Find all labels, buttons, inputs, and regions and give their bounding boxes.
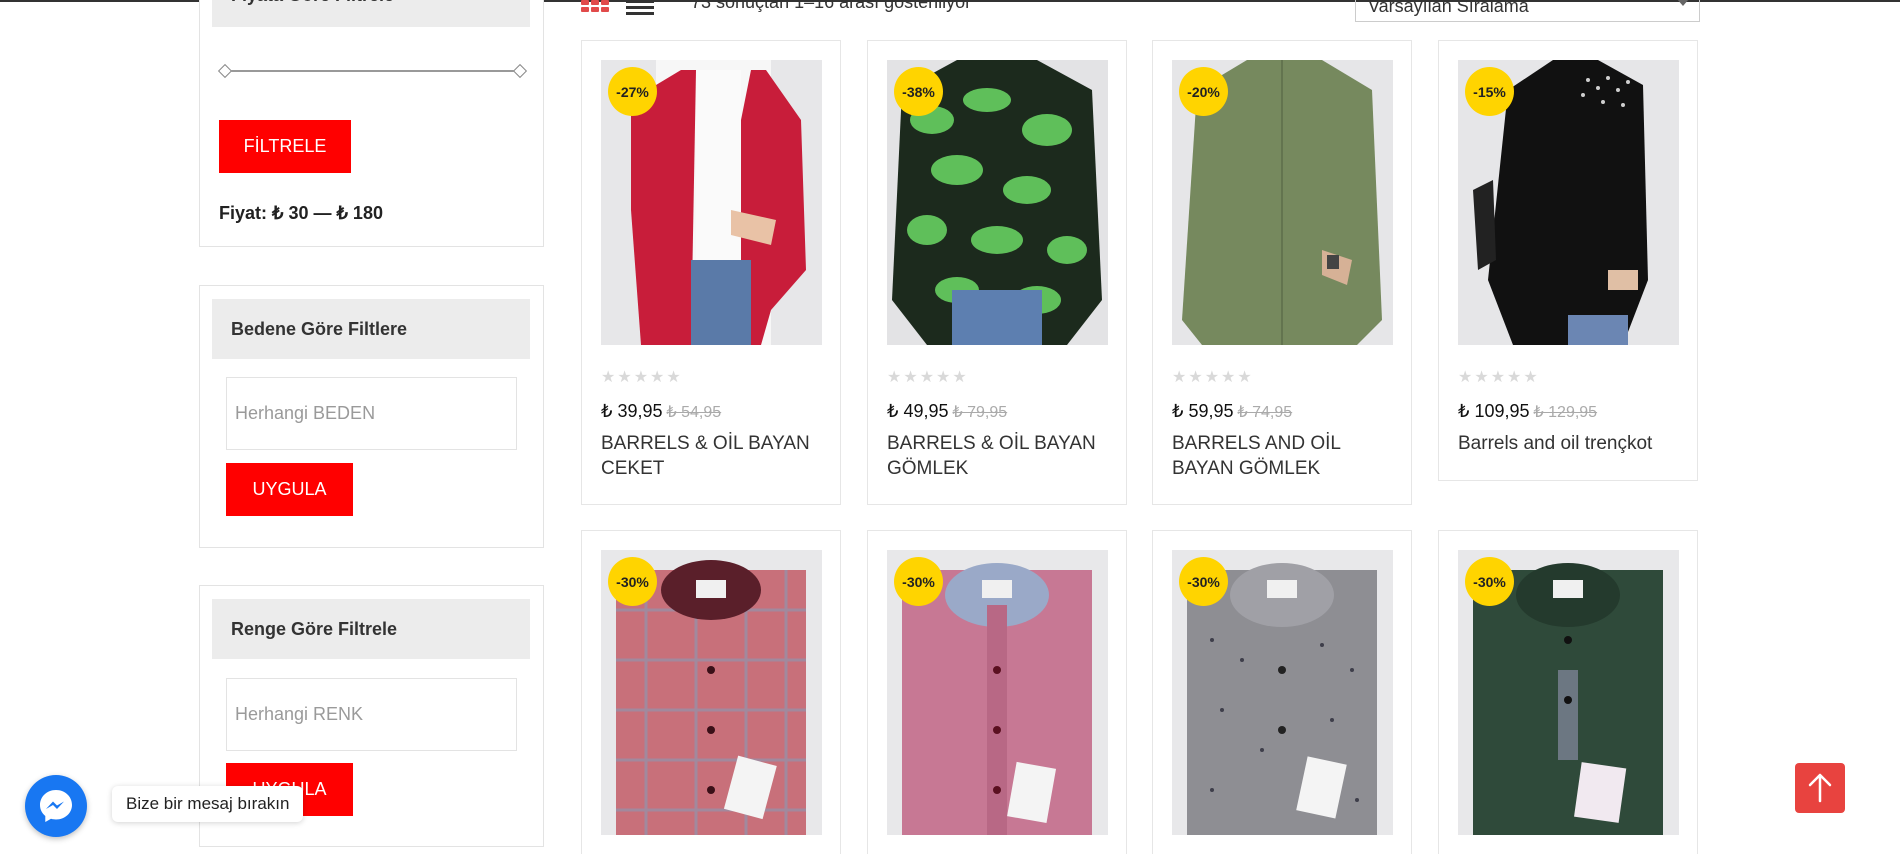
product-image[interactable]: -30%	[1458, 550, 1679, 835]
product-image[interactable]: -27%	[601, 60, 822, 345]
product-card[interactable]: -20% ★★★★★ ₺ 59,95 ₺ 74,95 BARRELS AND Oİ…	[1152, 40, 1412, 505]
product-card[interactable]: -30%	[581, 530, 841, 854]
rating-stars: ★★★★★	[887, 369, 969, 386]
old-price: ₺ 74,95	[1237, 404, 1293, 421]
product-name[interactable]: BARRELS & OİL BAYAN GÖMLEK	[887, 431, 1117, 481]
discount-badge: -27%	[608, 67, 657, 116]
list-view-icon[interactable]	[626, 0, 654, 15]
rating-stars: ★★★★★	[1458, 369, 1540, 386]
discount-badge: -30%	[894, 557, 943, 606]
grid-view-icon[interactable]	[581, 0, 609, 12]
discount-badge: -30%	[1179, 557, 1228, 606]
color-filter-title: Renge Göre Filtrele	[212, 599, 530, 659]
product-image[interactable]: -15%	[1458, 60, 1679, 345]
current-price: ₺ 59,95	[1172, 401, 1234, 421]
discount-badge: -15%	[1465, 67, 1514, 116]
messenger-icon	[40, 790, 72, 822]
size-filter-title: Bedene Göre Filtlere	[212, 299, 530, 359]
product-price: ₺ 109,95 ₺ 129,95	[1458, 401, 1597, 422]
price-range-slider[interactable]	[217, 63, 528, 79]
product-image[interactable]: -30%	[1172, 550, 1393, 835]
product-price: ₺ 59,95 ₺ 74,95	[1172, 401, 1292, 422]
rating-stars: ★★★★★	[1172, 369, 1254, 386]
size-filter-widget: Bedene Göre Filtlere Herhangi BEDEN UYGU…	[199, 285, 544, 548]
scroll-top-button[interactable]	[1795, 763, 1845, 813]
result-count: 73 sonuçtan 1–16 arası gösteriliyor	[691, 0, 972, 12]
slider-handle-max[interactable]	[512, 63, 528, 79]
discount-badge: -30%	[1465, 557, 1514, 606]
slider-handle-min[interactable]	[217, 63, 233, 79]
price-filter-title: Fiyata Göre Filtrele	[212, 0, 530, 27]
messenger-tooltip: Bize bir mesaj bırakın	[112, 786, 304, 822]
product-name[interactable]: Barrels and oil trençkot	[1458, 431, 1688, 456]
product-name[interactable]: BARRELS & OİL BAYAN CEKET	[601, 431, 831, 481]
price-range-text: Fiyat: ₺ 30 — ₺ 180	[219, 203, 383, 223]
product-image[interactable]: -30%	[887, 550, 1108, 835]
product-image[interactable]: -20%	[1172, 60, 1393, 345]
messenger-chat-button[interactable]	[25, 775, 87, 837]
product-image[interactable]: -30%	[601, 550, 822, 835]
apply-size-button[interactable]: UYGULA	[226, 463, 353, 516]
discount-badge: -38%	[894, 67, 943, 116]
sort-selected-value: Varsayılan Sıralama	[1368, 0, 1529, 16]
discount-badge: -20%	[1179, 67, 1228, 116]
product-card[interactable]: -30%	[867, 530, 1127, 854]
product-image[interactable]: -38%	[887, 60, 1108, 345]
product-price: ₺ 49,95 ₺ 79,95	[887, 401, 1007, 422]
old-price: ₺ 54,95	[666, 404, 722, 421]
size-input-placeholder: Herhangi BEDEN	[235, 403, 376, 423]
product-card[interactable]: -38% ★★★★★ ₺ 49,95 ₺ 79,95 BARRELS & OİL …	[867, 40, 1127, 505]
current-price: ₺ 49,95	[887, 401, 949, 421]
old-price: ₺ 79,95	[952, 404, 1008, 421]
current-price: ₺ 109,95	[1458, 401, 1530, 421]
product-card[interactable]: -30%	[1152, 530, 1412, 854]
color-input-placeholder: Herhangi RENK	[235, 704, 364, 724]
product-price: ₺ 39,95 ₺ 54,95	[601, 401, 721, 422]
filter-button[interactable]: FİLTRELE	[219, 120, 351, 173]
arrow-up-icon	[1808, 773, 1832, 803]
price-filter-widget: Fiyata Göre Filtrele FİLTRELE Fiyat: ₺ 3…	[199, 0, 544, 247]
size-input[interactable]: Herhangi BEDEN	[226, 377, 517, 450]
old-price: ₺ 129,95	[1533, 404, 1598, 421]
rating-stars: ★★★★★	[601, 369, 683, 386]
product-card[interactable]: -15% ★★★★★ ₺ 109,95 ₺ 129,95 Barrels and …	[1438, 40, 1698, 481]
sort-select[interactable]: Varsayılan Sıralama	[1355, 0, 1700, 22]
product-card[interactable]: -30%	[1438, 530, 1698, 854]
product-card[interactable]: -27% ★★★★★ ₺ 39,95 ₺ 54,95 BARRELS & OİL …	[581, 40, 841, 505]
current-price: ₺ 39,95	[601, 401, 663, 421]
color-input[interactable]: Herhangi RENK	[226, 678, 517, 751]
discount-badge: -30%	[608, 557, 657, 606]
chevron-down-icon	[1677, 0, 1689, 6]
product-name[interactable]: BARRELS AND OİL BAYAN GÖMLEK	[1172, 431, 1402, 481]
